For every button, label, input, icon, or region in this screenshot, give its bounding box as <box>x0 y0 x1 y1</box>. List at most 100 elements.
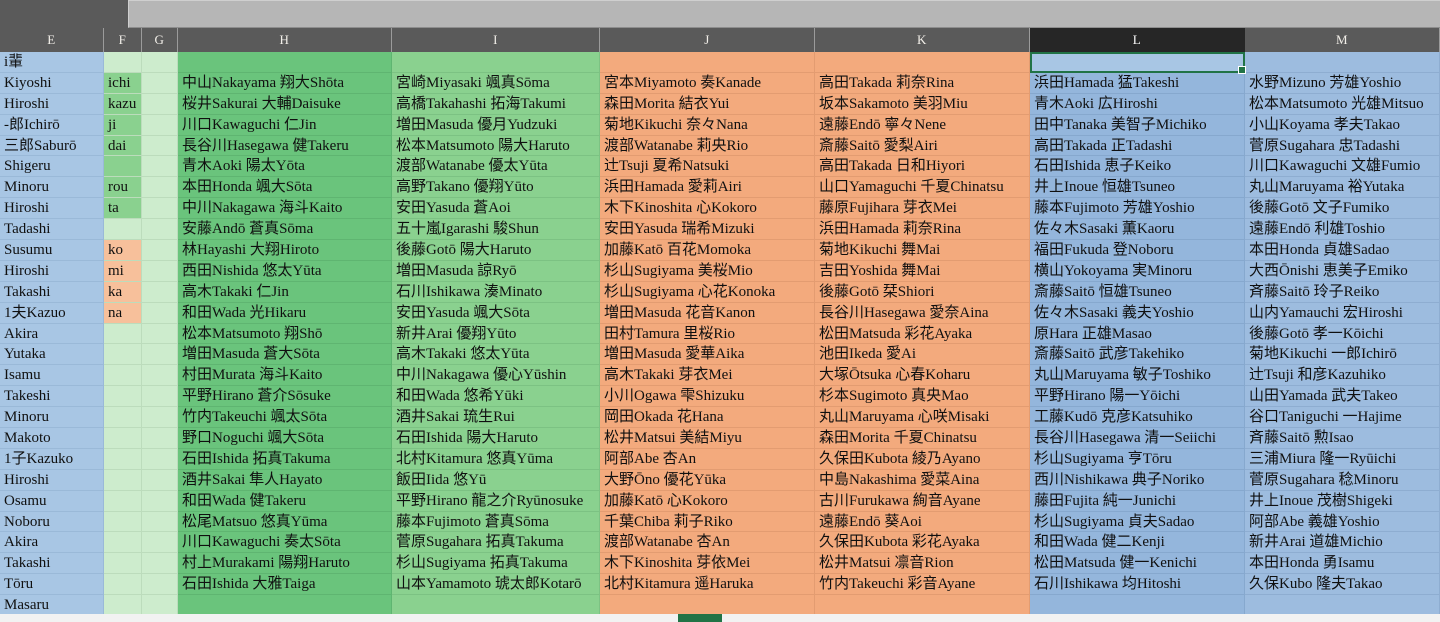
cell-m25[interactable]: 本田Honda 勇Isamu <box>1245 553 1440 575</box>
cell-i23[interactable]: 藤本Fujimoto 蒼真Sōma <box>392 511 600 533</box>
cell-f2[interactable]: ichi <box>104 72 142 94</box>
column-header-m[interactable]: M <box>1245 28 1440 52</box>
cell-l21[interactable]: 西川Nishikawa 典子Noriko <box>1030 469 1245 491</box>
cell-h12[interactable]: 高木Takaki 仁Jin <box>178 281 392 303</box>
cell-f19[interactable] <box>104 428 142 449</box>
cell-h21[interactable]: 酒井Sakai 隼人Hayato <box>178 469 392 491</box>
cell-j23[interactable]: 千葉Chiba 莉子Riko <box>600 511 815 533</box>
cell-l20[interactable]: 杉山Sugiyama 亨Tōru <box>1030 448 1245 470</box>
cell-g27[interactable] <box>142 595 178 617</box>
cell-m26[interactable]: 久保Kubo 隆夫Takao <box>1245 574 1440 596</box>
cell-f12[interactable]: ka <box>104 281 142 303</box>
cell-k26[interactable]: 竹内Takeuchi 彩音Ayane <box>815 574 1030 596</box>
cell-k9[interactable]: 浜田Hamada 莉奈Rina <box>815 219 1030 241</box>
cell-e21[interactable]: Hiroshi <box>0 469 104 491</box>
cell-e25[interactable]: Takashi <box>0 553 104 575</box>
cell-m13[interactable]: 山内Yamauchi 宏Hiroshi <box>1245 302 1440 324</box>
spreadsheet-grid[interactable]: i輩 Kiyoshi ichi 中山Nakayama 翔大Shōta 宮崎Miyasak… <box>0 52 1440 622</box>
cell-e22[interactable]: Osamu <box>0 490 104 512</box>
cell-e6[interactable]: Shigeru <box>0 156 104 178</box>
cell-g13[interactable] <box>142 302 178 324</box>
cell-f6[interactable] <box>104 156 142 178</box>
cell-e8[interactable]: Hiroshi <box>0 198 104 220</box>
cell-h18[interactable]: 竹内Takeuchi 颯太Sōta <box>178 407 392 429</box>
cell-i5[interactable]: 松本Matsumoto 陽大Haruto <box>392 135 600 157</box>
cell-m27[interactable] <box>1245 595 1440 617</box>
cell-f25[interactable] <box>104 553 142 575</box>
cell-m24[interactable]: 新井Arai 道雄Michio <box>1245 532 1440 554</box>
cell-h22[interactable]: 和田Wada 健Takeru <box>178 490 392 512</box>
cell-f13[interactable]: na <box>104 302 142 324</box>
cell-i16[interactable]: 中川Nakagawa 優心Yūshin <box>392 365 600 387</box>
cell-f1[interactable] <box>104 52 142 73</box>
cell-h27[interactable] <box>178 595 392 617</box>
cell-h6[interactable]: 青木Aoki 陽太Yōta <box>178 156 392 178</box>
formula-bar[interactable] <box>128 0 1440 28</box>
cell-i15[interactable]: 高木Takaki 悠太Yūta <box>392 344 600 366</box>
cell-g18[interactable] <box>142 407 178 429</box>
cell-e4[interactable]: -郎Ichirō <box>0 114 104 136</box>
cell-f7[interactable]: rou <box>104 177 142 199</box>
cell-f21[interactable] <box>104 469 142 491</box>
cell-m10[interactable]: 本田Honda 貞雄Sadao <box>1245 240 1440 261</box>
cell-h5[interactable]: 長谷川Hasegawa 健Takeru <box>178 135 392 157</box>
cell-k23[interactable]: 遠藤Endō 葵Aoi <box>815 511 1030 533</box>
cell-m7[interactable]: 丸山Maruyama 裕Yutaka <box>1245 177 1440 199</box>
cell-m20[interactable]: 三浦Miura 隆一Ryūichi <box>1245 448 1440 470</box>
cell-k18[interactable]: 丸山Maruyama 心咲Misaki <box>815 407 1030 429</box>
cell-i14[interactable]: 新井Arai 優翔Yūto <box>392 323 600 345</box>
cell-g16[interactable] <box>142 365 178 387</box>
cell-g8[interactable] <box>142 198 178 220</box>
cell-f9[interactable] <box>104 219 142 241</box>
cell-h17[interactable]: 平野Hirano 蒼介Sōsuke <box>178 386 392 408</box>
cell-f10[interactable]: ko <box>104 240 142 261</box>
cell-l5[interactable]: 高田Takada 正Tadashi <box>1030 135 1245 157</box>
cell-i13[interactable]: 安田Yasuda 颯大Sōta <box>392 302 600 324</box>
cell-h15[interactable]: 増田Masuda 蒼大Sōta <box>178 344 392 366</box>
cell-j2[interactable]: 宮本Miyamoto 奏Kanade <box>600 72 815 94</box>
cell-j7[interactable]: 浜田Hamada 愛莉Airi <box>600 177 815 199</box>
cell-l3[interactable]: 青木Aoki 広Hiroshi <box>1030 93 1245 115</box>
cell-h14[interactable]: 松本Matsumoto 翔Shō <box>178 323 392 345</box>
cell-f27[interactable] <box>104 595 142 617</box>
cell-f17[interactable] <box>104 386 142 408</box>
cell-i7[interactable]: 高野Takano 優翔Yūto <box>392 177 600 199</box>
cell-i1[interactable] <box>392 52 600 73</box>
cell-g3[interactable] <box>142 93 178 115</box>
cell-g6[interactable] <box>142 156 178 178</box>
cell-m14[interactable]: 後藤Gotō 孝一Kōichi <box>1245 323 1440 345</box>
cell-e16[interactable]: Isamu <box>0 365 104 387</box>
column-header-h[interactable]: H <box>178 28 392 52</box>
cell-m15[interactable]: 菊地Kikuchi 一郎Ichirō <box>1245 344 1440 366</box>
cell-g26[interactable] <box>142 574 178 596</box>
cell-j26[interactable]: 北村Kitamura 遥Haruka <box>600 574 815 596</box>
cell-i25[interactable]: 杉山Sugiyama 拓真Takuma <box>392 553 600 575</box>
cell-l2[interactable]: 浜田Hamada 猛Takeshi <box>1030 72 1245 94</box>
cell-k1[interactable] <box>815 52 1030 73</box>
cell-k11[interactable]: 吉田Yoshida 舞Mai <box>815 260 1030 282</box>
cell-i27[interactable] <box>392 595 600 617</box>
cell-h23[interactable]: 松尾Matsuo 悠真Yūma <box>178 511 392 533</box>
cell-h26[interactable]: 石田Ishida 大雅Taiga <box>178 574 392 596</box>
cell-e9[interactable]: Tadashi <box>0 219 104 241</box>
cell-g24[interactable] <box>142 532 178 554</box>
cell-g5[interactable] <box>142 135 178 157</box>
cell-k27[interactable] <box>815 595 1030 617</box>
cell-k2[interactable]: 高田Takada 莉奈Rina <box>815 72 1030 94</box>
cell-i24[interactable]: 菅原Sugahara 拓真Takuma <box>392 532 600 554</box>
cell-k14[interactable]: 松田Matsuda 彩花Ayaka <box>815 323 1030 345</box>
cell-g25[interactable] <box>142 553 178 575</box>
cell-l16[interactable]: 丸山Maruyama 敏子Toshiko <box>1030 365 1245 387</box>
cell-i21[interactable]: 飯田Iida 悠Yū <box>392 469 600 491</box>
column-header-l[interactable]: L <box>1030 28 1245 52</box>
cell-j17[interactable]: 小川Ogawa 雫Shizuku <box>600 386 815 408</box>
cell-l17[interactable]: 平野Hirano 陽一Yōichi <box>1030 386 1245 408</box>
cell-e14[interactable]: Akira <box>0 323 104 345</box>
cell-f20[interactable] <box>104 448 142 470</box>
cell-m23[interactable]: 阿部Abe 義雄Yoshio <box>1245 511 1440 533</box>
column-header-i[interactable]: I <box>392 28 600 52</box>
cell-l7[interactable]: 井上Inoue 恒雄Tsuneo <box>1030 177 1245 199</box>
cell-k5[interactable]: 斎藤Saitō 愛梨Airi <box>815 135 1030 157</box>
cell-j20[interactable]: 阿部Abe 杏An <box>600 448 815 470</box>
cell-m17[interactable]: 山田Yamada 武夫Takeo <box>1245 386 1440 408</box>
